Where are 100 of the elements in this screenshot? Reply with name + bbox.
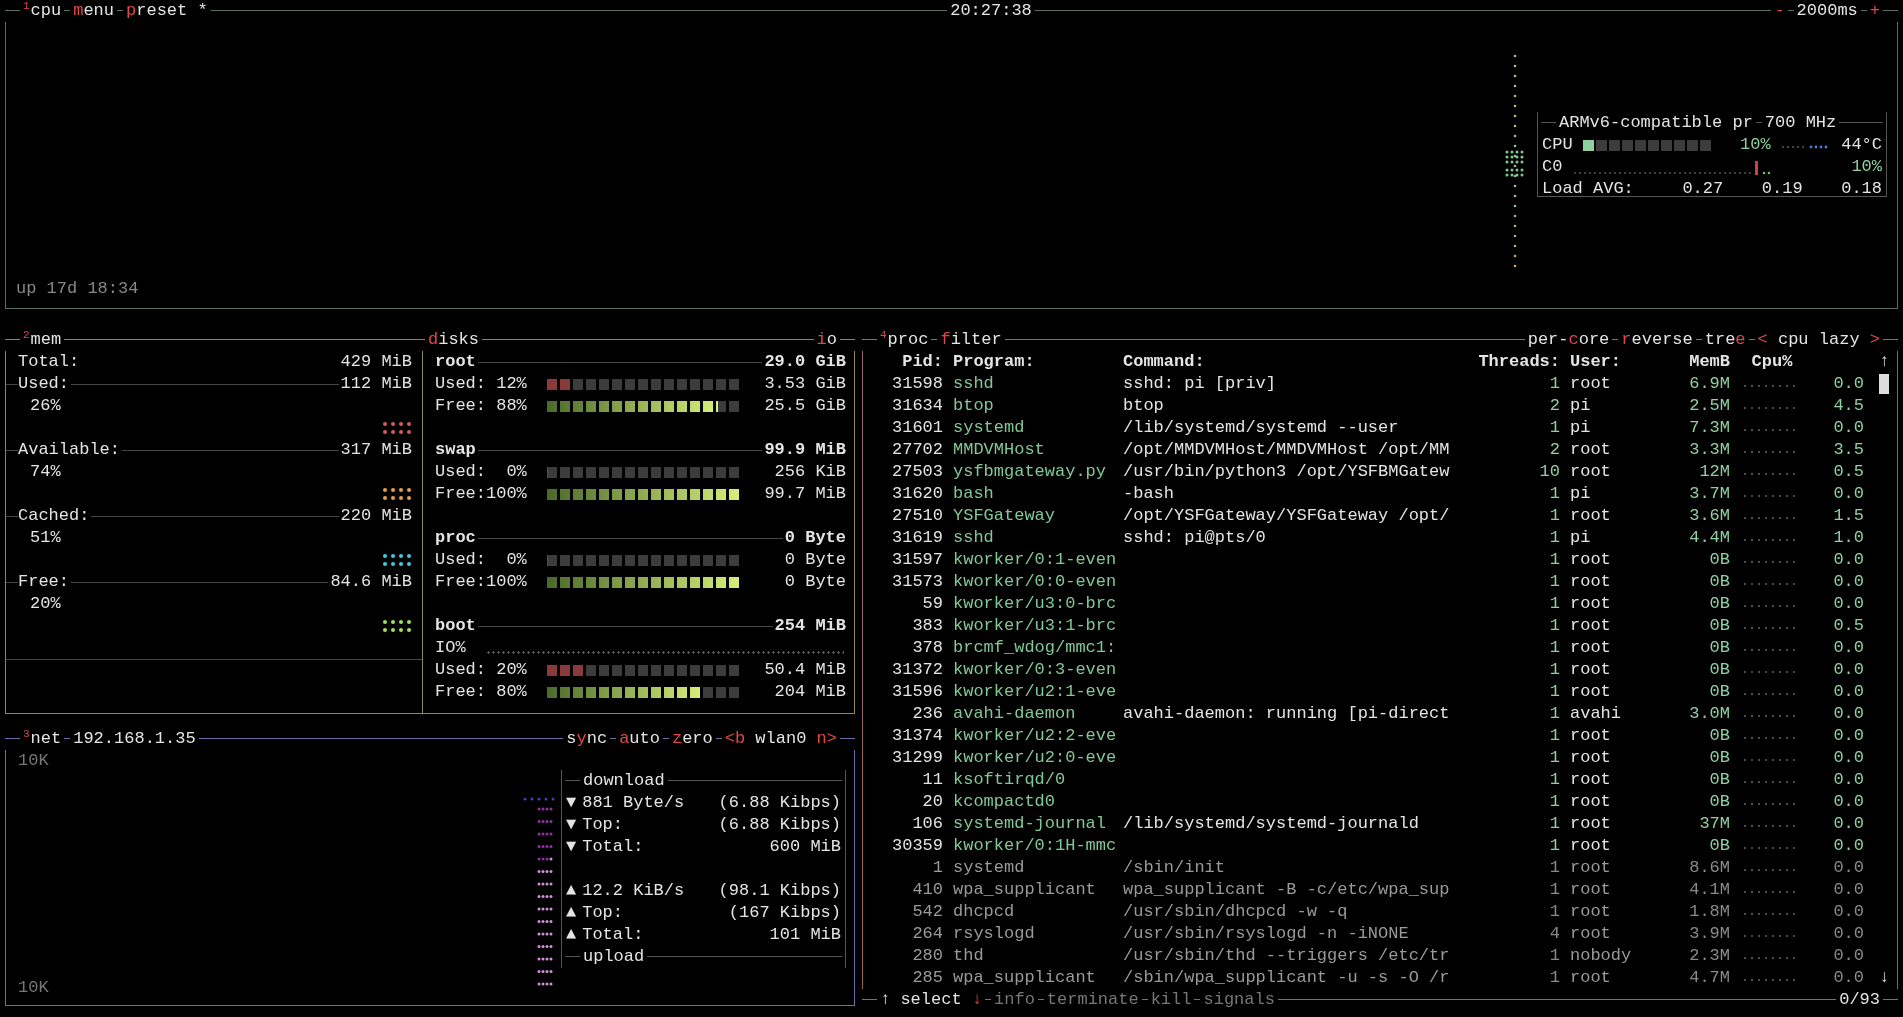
used-value: 256 KiB <box>774 461 846 483</box>
decrease-button[interactable]: - <box>1774 1 1785 20</box>
table-cell-text: 1 <box>1548 637 1560 659</box>
table-cell-text: 1 <box>1548 769 1560 791</box>
table-cell-text: /lib/systemd/systemd-journald <box>1123 813 1420 835</box>
table-cell-text: 30359 <box>891 835 943 857</box>
table-cell-text: 1.0 <box>1832 527 1864 549</box>
table-cell-text: root <box>1570 373 1612 395</box>
table-cell-text: 31374 <box>891 725 943 747</box>
table-cell-text: 1 <box>1548 813 1560 835</box>
table-cell-text: root <box>1570 549 1612 571</box>
table-cell-text: 1 <box>1548 373 1560 395</box>
used-label: Used: 0% <box>435 461 527 483</box>
disk-size: 99.9 MiB <box>764 439 846 461</box>
scroll-up-arrow[interactable]: ↑ <box>1878 351 1890 373</box>
column-header[interactable]: Program: <box>953 351 1113 373</box>
free-label: Free:100% <box>435 483 527 505</box>
table-cell-text: 236 <box>911 703 943 725</box>
table-cell-text: avahi <box>1570 703 1622 725</box>
table-cell-text: wpa_supplicant -B -c/etc/wpa_sup <box>1123 879 1451 901</box>
table-cell-text: 6.9M <box>1688 373 1730 395</box>
table-cell-text: 2.5M <box>1688 395 1730 417</box>
table-cell-text: pi <box>1570 527 1592 549</box>
table-cell-text: 3.0M <box>1688 703 1730 725</box>
core-label: C0 <box>1542 156 1563 178</box>
cpu-percent: 10% <box>1739 134 1771 156</box>
table-cell-text: 37M <box>1698 813 1730 835</box>
table-cell-text: 0.0 <box>1832 681 1864 703</box>
table-cell-text: 0B <box>1708 549 1730 571</box>
table-cell-text: 1 <box>1548 483 1560 505</box>
disk-size: 29.0 GiB <box>764 351 846 373</box>
table-cell: kworker/u3:0-brc <box>953 593 1113 615</box>
scroll-down-arrow[interactable]: ↓ <box>1878 967 1890 989</box>
table-cell-text: /sbin/wpa_supplicant -u -s -O /r <box>1123 967 1451 989</box>
table-cell-text: root <box>1570 813 1612 835</box>
column-header[interactable]: Pid: <box>871 351 943 373</box>
column-header[interactable]: Threads: <box>1478 351 1560 373</box>
table-cell-text: 2 <box>1548 439 1560 461</box>
table-cell-text: root <box>1570 615 1612 637</box>
table-cell: kworker/u3:1-brc <box>953 615 1113 637</box>
increase-button[interactable]: + <box>1869 1 1880 20</box>
free-label: Free: 88% <box>435 395 527 417</box>
cpu-label: CPU <box>1542 134 1573 156</box>
table-cell-text: thd <box>953 945 985 967</box>
used-value: 3.53 GiB <box>764 373 846 395</box>
table-cell-text: 31299 <box>891 747 943 769</box>
table-cell-text: btop <box>1123 395 1165 417</box>
table-cell-text: btop <box>953 395 995 417</box>
table-cell-text: bash <box>953 483 995 505</box>
table-cell-text: 31620 <box>891 483 943 505</box>
table-cell-text: root <box>1570 791 1612 813</box>
table-cell: kworker/u2:0-eve <box>953 747 1113 769</box>
table-cell-text: 0B <box>1708 747 1730 769</box>
download-arrow: ▼ <box>566 836 577 858</box>
table-cell-text: 0B <box>1708 835 1730 857</box>
disk-name: root <box>435 351 476 373</box>
table-cell-text: 4.4M <box>1688 527 1730 549</box>
load-label: Load AVG: <box>1542 178 1634 200</box>
scale-label: 10K <box>18 750 50 772</box>
table-cell-text: 3.6M <box>1688 505 1730 527</box>
stat-value: 101 MiB <box>769 924 841 946</box>
table-cell-text: 280 <box>911 945 943 967</box>
used-value: 0 Byte <box>784 549 846 571</box>
table-cell-text: 0.0 <box>1832 593 1864 615</box>
table-cell-text: 0.0 <box>1832 571 1864 593</box>
memory-label: Available: <box>18 439 121 461</box>
load-value: 0.18 <box>1840 178 1882 200</box>
table-cell-text: 31598 <box>891 373 943 395</box>
scrollbar-thumb[interactable] <box>1879 374 1889 394</box>
table-cell: kworker/0:3-even <box>953 659 1113 681</box>
table-cell-text: /opt/YSFGateway/YSFGateway /opt/ <box>1123 505 1451 527</box>
table-cell-text: 1 <box>1548 417 1560 439</box>
table-cell-text: sshd: pi [priv] <box>1123 373 1278 395</box>
table-cell-text: sshd: pi@pts/0 <box>1123 527 1267 549</box>
table-cell-text: 4.5 <box>1832 395 1864 417</box>
free-value: 25.5 GiB <box>764 395 846 417</box>
memory-percent: 20% <box>29 593 61 615</box>
stat-label: 881 Byte/s <box>582 792 685 814</box>
table-cell-text: 0B <box>1708 615 1730 637</box>
table-cell: kworker/0:0-even <box>953 571 1113 593</box>
used-label: Used: 12% <box>435 373 527 395</box>
table-cell-text: /sbin/init <box>1123 857 1227 879</box>
free-label: Free: 80% <box>435 681 527 703</box>
table-cell-text: /usr/sbin/rsyslogd -n -iNONE <box>1123 923 1410 945</box>
used-label: Used: 0% <box>435 549 527 571</box>
free-label: Free:100% <box>435 571 527 593</box>
used-value: 50.4 MiB <box>764 659 846 681</box>
table-cell-text: 1 <box>1548 967 1560 989</box>
column-header[interactable]: MemB <box>1658 351 1730 373</box>
table-cell-text: wpa_supplicant <box>953 879 1097 901</box>
column-header[interactable]: Command: <box>1123 351 1468 373</box>
column-header[interactable]: Cpu% <box>1751 351 1793 373</box>
table-cell-text: 0.0 <box>1832 901 1864 923</box>
table-cell-text: 1 <box>1548 725 1560 747</box>
table-cell-text: YSFGateway <box>953 505 1057 527</box>
total-value: 429 MiB <box>340 351 412 373</box>
table-cell-text: root <box>1570 505 1612 527</box>
table-cell-text: 1 <box>1548 681 1560 703</box>
table-cell-text: 1 <box>1548 571 1560 593</box>
column-header[interactable]: User: <box>1570 351 1648 373</box>
